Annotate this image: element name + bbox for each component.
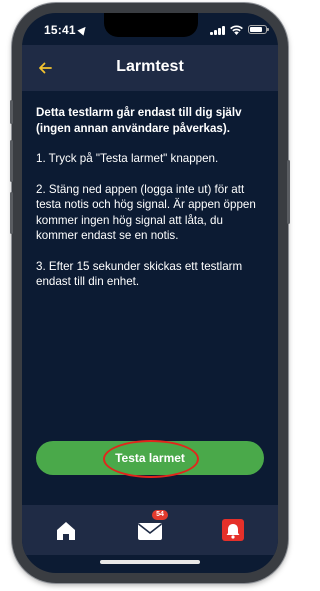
test-alarm-button[interactable]: Testa larmet xyxy=(36,441,264,475)
notch xyxy=(104,13,198,37)
phone-mute-switch xyxy=(10,100,13,124)
test-alarm-button-label: Testa larmet xyxy=(115,451,185,465)
tab-home[interactable] xyxy=(48,513,84,547)
cellular-signal-icon xyxy=(210,25,226,35)
wifi-icon xyxy=(230,25,243,35)
phone-volume-up xyxy=(10,140,13,182)
step-1-text: 1. Tryck på "Testa larmet" knappen. xyxy=(36,152,219,165)
app-screen: 15:41 Larmtest Detta testlarm går endast… xyxy=(22,13,278,573)
home-indicator[interactable] xyxy=(100,560,200,564)
intro-text: Detta testlarm går endast till dig själv… xyxy=(36,106,242,135)
messages-badge: 54 xyxy=(152,510,168,520)
status-time: 15:41 xyxy=(44,23,76,37)
phone-volume-down xyxy=(10,192,13,234)
step-2-text: 2. Stäng ned appen (logga inte ut) för a… xyxy=(36,182,256,243)
step-3-text: 3. Efter 15 sekunder skickas ett testlar… xyxy=(36,259,243,289)
header-bar: Larmtest xyxy=(22,45,278,91)
home-icon xyxy=(57,522,75,540)
battery-icon xyxy=(248,25,269,34)
tab-bar: 54 xyxy=(22,505,278,555)
tab-alarm[interactable] xyxy=(214,513,250,547)
instructions: Detta testlarm går endast till dig själv… xyxy=(36,105,266,305)
phone-power-button xyxy=(287,160,290,224)
page-title: Larmtest xyxy=(116,58,184,75)
tab-messages[interactable]: 54 xyxy=(132,510,168,547)
alarm-bell-icon xyxy=(226,524,240,539)
location-icon xyxy=(77,24,89,36)
